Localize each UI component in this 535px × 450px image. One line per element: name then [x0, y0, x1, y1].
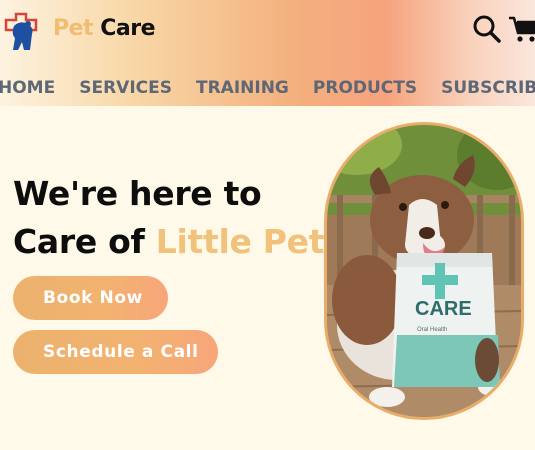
site-header: Pet Care HOME SERVICES TRAINING PRODUCTS… — [0, 0, 535, 106]
pet-care-logo-icon[interactable] — [0, 12, 44, 52]
hero-line-1: We're here to — [13, 174, 262, 213]
brand-word-pet: Pet — [53, 16, 94, 41]
nav-item-products[interactable]: PRODUCTS — [313, 78, 417, 102]
dog-with-food-bag-image: CARE Oral Health — [327, 125, 521, 417]
nav-item-subscribe[interactable]: SUBSCRIBE — [441, 78, 535, 102]
cart-icon[interactable] — [508, 15, 535, 43]
hero-line-2-highlight: Little Pets — [155, 222, 344, 261]
nav-item-training[interactable]: TRAINING — [196, 78, 289, 102]
nav-item-services[interactable]: SERVICES — [79, 78, 172, 102]
brand-name[interactable]: Pet Care — [53, 16, 155, 41]
bag-brand-text: CARE — [415, 298, 472, 320]
hero-image: CARE Oral Health — [324, 122, 524, 420]
book-now-button[interactable]: Book Now — [13, 276, 168, 320]
brand-word-care: Care — [100, 16, 155, 41]
hero-heading: We're here to Care of Little Pets — [13, 170, 344, 266]
nav-item-home[interactable]: HOME — [0, 78, 55, 102]
hero-line-2-prefix: Care of — [13, 222, 156, 261]
search-icon[interactable] — [472, 14, 502, 44]
main-nav: HOME SERVICES TRAINING PRODUCTS SUBSCRIB… — [0, 78, 535, 102]
bag-caption-text: Oral Health — [417, 327, 447, 333]
schedule-call-button[interactable]: Schedule a Call — [13, 330, 218, 374]
